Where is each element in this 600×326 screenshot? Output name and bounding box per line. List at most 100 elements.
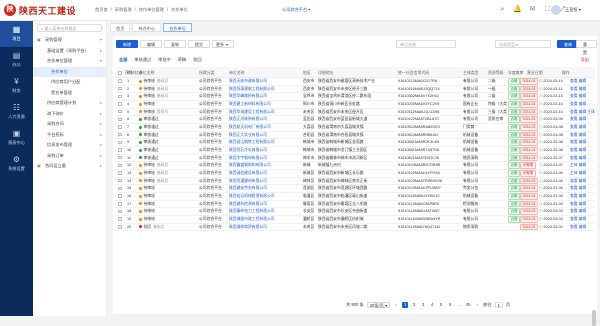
row-checkbox[interactable] [118, 101, 122, 109]
unit-name-link[interactable]: 陕西正大实业有限公司 [229, 132, 301, 140]
table-row[interactable]: 16 待审核 公司综合平台 陕西宏远机械租赁有限公司 临潼区 陕西省西安市临潼区骊山街道 9… [115, 193, 595, 201]
unit-name-link[interactable]: 陕西建工新材料有限公司 [229, 101, 301, 109]
row-checkbox[interactable] [118, 170, 122, 178]
row-actions[interactable]: 查看 编辑 主体 [570, 109, 595, 117]
unit-name-link[interactable]: 陕西恒通建材有限公司 [229, 178, 301, 186]
goto-input[interactable]: 1 [494, 302, 503, 308]
rail-item-finance[interactable]: ¥ 财务 [0, 73, 33, 99]
row-checkbox[interactable] [118, 86, 122, 94]
menu-search-input[interactable]: ⌕ 输入菜单名称搜索 [37, 24, 102, 32]
row-actions[interactable]: 查看 编辑 [570, 224, 586, 232]
row-checkbox[interactable] [118, 201, 122, 209]
column-header[interactable]: 统一社会信用代码 [398, 67, 429, 78]
row-checkbox[interactable] [118, 224, 122, 232]
table-row[interactable]: 4 待审核 公司综合平台 陕西建工新材料有限公司 铜川市 陕西省铜川市新区长虹路 91610… [115, 101, 595, 109]
row-checkbox[interactable] [118, 216, 122, 224]
tab-1[interactable]: 待办中心 [132, 23, 162, 32]
column-header[interactable]: 所属分类 [199, 67, 215, 78]
rail-item-hr[interactable]: ☷ 人力资源 [0, 99, 33, 125]
toolbar-button-1[interactable]: 编辑 [140, 40, 162, 48]
breadcrumb-item[interactable]: 合作单位 [171, 7, 188, 12]
unit-name-link[interactable]: 陕西鑫盛钢结构有限公司 [229, 162, 301, 170]
toolbar-button-2[interactable]: 复制 [164, 40, 186, 48]
unit-name-link[interactable]: 陕西华海建设工程有限公司 [229, 109, 301, 117]
table-row[interactable]: 13 待审核 基础员 公司综合平台 陕西诚信建设有限公司 新城区 陕西省西安市新城区长乐路 9… [115, 170, 595, 178]
breadcrumb-item[interactable]: 合作单位管理 [139, 7, 164, 12]
unit-name-link[interactable]: 陕西华峰路桥有限公司 [229, 93, 301, 101]
user-name[interactable]: 王宣恒 ▾ [565, 7, 581, 13]
row-checkbox[interactable] [118, 155, 122, 163]
prev-page-button[interactable]: ‹ [393, 302, 399, 308]
status-tab-4[interactable]: 驳回 [193, 57, 201, 63]
sidebar-item[interactable]: 采购合同 ▸ [33, 119, 106, 130]
row-actions[interactable]: 查看 编辑 [570, 193, 586, 201]
table-row[interactable]: 7 审核通过 公司综合平台 陕西航天机电厂有限公司 大荔县 陕西省渭南市大荔县城关镇 916… [115, 124, 595, 132]
unit-name-link[interactable]: 陕西华宇钢材有限公司 [229, 155, 301, 163]
row-actions[interactable]: 查看 编辑 [570, 86, 586, 94]
table-row[interactable]: 3 待审核 基础员 公司综合平台 陕西华峰路桥有限公司 宝鸡市 陕西省宝鸡市渭滨区经二路东段… [115, 93, 595, 102]
message-icon[interactable]: ✉ [528, 5, 537, 14]
page-button[interactable]: 4 [429, 302, 435, 308]
rail-item-report[interactable]: ▣ 报表中心 [0, 125, 33, 151]
row-actions[interactable]: 查看 编辑 [570, 147, 586, 155]
breadcrumb-item[interactable]: 采购管理 [115, 7, 132, 12]
table-row[interactable]: 10 审核通过 公司综合平台 陕西恒石冷轧有限公司 韩城市 陕西省韩城市龙门镇工业园区 91… [115, 147, 595, 155]
avatar[interactable] [551, 5, 561, 15]
breadcrumb-item[interactable]: 首页首 [95, 7, 108, 12]
sidebar-item[interactable]: 合作单位管理 ▾ [33, 56, 106, 67]
unit-name-link[interactable]: 陕西建安劳务有限公司 [229, 185, 301, 193]
row-checkbox[interactable] [118, 139, 122, 147]
status-tab-2[interactable]: 审批中 [158, 57, 171, 63]
sidebar-item[interactable]: 询下询价 ▸ [33, 109, 106, 120]
sidebar-item[interactable]: 合作单位 [33, 66, 106, 77]
row-actions[interactable]: 查看 编辑 [570, 155, 586, 163]
page-button[interactable]: 6 [447, 302, 453, 308]
row-checkbox[interactable] [118, 208, 122, 216]
rail-item-settings[interactable]: ⚙ 系统设置 [0, 151, 33, 177]
unit-name-link[interactable]: 陕西瑞祥商贸有限公司 [229, 224, 301, 232]
next-page-button[interactable]: › [474, 302, 480, 308]
type-select[interactable]: 全部类型 ▾ [495, 40, 551, 48]
row-checkbox[interactable] [118, 78, 122, 86]
unit-name-link[interactable]: 陕西昌山钢铁工程有限公司 [229, 139, 301, 147]
table-row[interactable]: 1 待审核 基础员 公司综合平台 陕西天安市政有限公司 西安市 陕西省西安市雁塔区高新技术产… [115, 78, 595, 86]
unit-name-link[interactable]: 陕西秦岭电力工程有限公司 [229, 208, 301, 216]
column-header[interactable]: 资质等级 [488, 67, 504, 78]
row-checkbox[interactable] [118, 132, 122, 140]
sidebar-item[interactable]: 信息发布管理 ▸ [33, 140, 106, 151]
row-actions[interactable]: 主体 编辑 [570, 170, 586, 178]
unit-name-link[interactable]: 陕西城投市政工程有限公司 [229, 216, 301, 224]
tab-0[interactable]: 首页 [110, 23, 131, 32]
table-row[interactable]: 15 待审核 公司综合平台 陕西建安劳务有限公司 莲湖区 陕西省西安市莲湖区环城西路 916… [115, 185, 595, 194]
column-header[interactable]: 年度复审 [508, 67, 524, 78]
rail-item-project[interactable]: ▦ 项目 [0, 21, 33, 47]
table-row[interactable]: 12 待审核 基础员 公司综合平台 陕西鑫盛钢结构有限公司 新城 新城镇九州村 9161010… [115, 162, 595, 171]
page-button[interactable]: 5 [438, 302, 444, 308]
row-actions[interactable]: 查看 编辑 [570, 185, 586, 193]
row-actions[interactable]: 查看 编辑 [570, 178, 586, 186]
row-actions[interactable]: 主体 编辑 [570, 162, 586, 170]
page-button[interactable]: 45 [465, 302, 471, 308]
export-button[interactable]: 导出 [581, 57, 589, 63]
row-checkbox[interactable] [118, 147, 122, 155]
row-actions[interactable]: 查看 编辑 [570, 101, 586, 109]
row-checkbox[interactable] [118, 109, 122, 117]
sidebar-item[interactable]: 供应商用户分配 [33, 77, 106, 88]
row-checkbox[interactable] [118, 124, 122, 132]
sidebar-item[interactable]: 供应商管理计划 ▸ [33, 98, 106, 109]
row-checkbox[interactable] [118, 185, 122, 193]
column-header[interactable]: 操作 [562, 67, 570, 78]
unit-name-link[interactable]: 陕西恒石冷轧有限公司 [229, 147, 301, 155]
tab-2[interactable]: 合作单位 [163, 23, 192, 32]
page-button[interactable]: 3 [420, 302, 426, 308]
unit-name-link[interactable]: 陕西建科检测有限公司 [229, 201, 301, 209]
column-header[interactable]: 营业日期 [527, 67, 543, 78]
table-row[interactable]: 6 审核通过 公司综合平台 陕西正鸿装饰有限公司 蓝田县 陕西省西安市蓝田县新城大道 916… [115, 116, 595, 125]
column-header[interactable]: 单位名称 [139, 67, 155, 78]
sidebar-item[interactable]: 基础设置（采购平台） ▸ [33, 46, 106, 57]
status-tab-0[interactable]: 全部 [119, 57, 127, 63]
table-row[interactable]: 9 审核通过 公司综合平台 陕西昌山钢铁工程有限公司 韩城市 陕西省韩城市新城区金塔路 91… [115, 139, 595, 148]
unit-selector[interactable]: 公司综合平台 ▾ [282, 7, 310, 13]
unit-name-search-input[interactable]: 单位名称 [396, 40, 456, 48]
status-tab-3[interactable]: 草稿 [178, 57, 186, 63]
